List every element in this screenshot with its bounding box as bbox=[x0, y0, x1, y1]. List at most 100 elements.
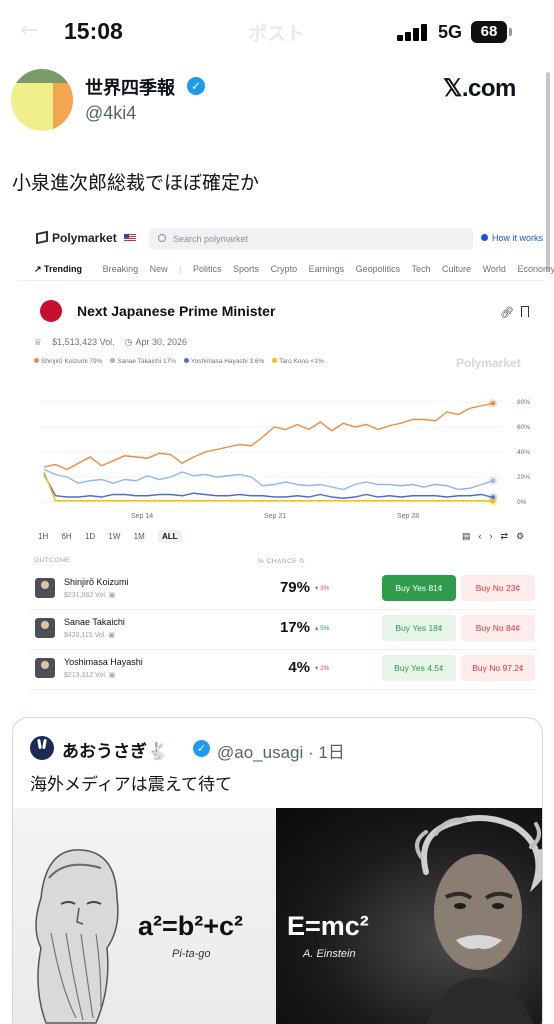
search-placeholder: Search polymarket bbox=[173, 234, 249, 244]
chance-header: % CHANCE ↻ bbox=[258, 558, 306, 565]
range-1h[interactable]: 1H bbox=[38, 532, 48, 541]
outcome-row[interactable]: Sanae Takaichi $420,115 Vol. ▣ 17% ▴ 5% … bbox=[28, 610, 538, 650]
range-6h[interactable]: 6H bbox=[61, 532, 71, 541]
quote-author-name[interactable]: あおうさぎ🐇 bbox=[62, 737, 168, 762]
embed-icon[interactable]: ‹› bbox=[479, 531, 501, 541]
einstein-formula: E=mc² bbox=[287, 911, 369, 941]
quote-image-left[interactable]: a²=b²+c² Pi-ta-go bbox=[13, 808, 276, 1024]
pythagoras-caption: Pi-ta-go bbox=[172, 948, 211, 960]
divider bbox=[18, 280, 545, 281]
time-range-selector: 1H 6H 1D 1W 1M ALL bbox=[38, 530, 193, 543]
y-tick-label: 80% bbox=[517, 399, 530, 406]
chance-change: ▴ 5% bbox=[315, 625, 330, 632]
legend-item: Sanae Takaichi 17% bbox=[110, 358, 176, 365]
nav-crypto[interactable]: Crypto bbox=[271, 264, 298, 274]
battery-tip bbox=[509, 28, 512, 36]
range-1d[interactable]: 1D bbox=[85, 532, 95, 541]
range-all[interactable]: ALL bbox=[158, 530, 182, 543]
y-tick-label: 60% bbox=[517, 424, 530, 431]
sliders-icon[interactable]: ⇄ bbox=[501, 531, 517, 541]
refresh-icon: ↻ bbox=[299, 558, 306, 565]
x-logo: 𝕏.com bbox=[443, 75, 516, 102]
buy-yes-button[interactable]: Buy Yes 81¢ bbox=[382, 575, 456, 601]
back-arrow-icon[interactable]: ← bbox=[20, 18, 38, 43]
nav-earnings[interactable]: Earnings bbox=[309, 264, 345, 274]
bookmark-icon[interactable] bbox=[521, 306, 529, 317]
category-nav: ↗ Trending Breaking New | Politics Sport… bbox=[34, 264, 554, 275]
polymarket-screenshot[interactable]: Polymarket Search polymarket How it work… bbox=[18, 220, 554, 690]
clock-icon: ◷ bbox=[124, 337, 133, 347]
series-end-point bbox=[490, 499, 496, 504]
signal-icon bbox=[397, 24, 429, 41]
legend-item: Yoshimasa Hayashi 3.6% bbox=[183, 358, 264, 365]
quote-author-avatar[interactable] bbox=[30, 736, 54, 760]
how-it-works-link[interactable]: How it works bbox=[481, 233, 543, 243]
buy-no-button[interactable]: Buy No 97.2¢ bbox=[461, 655, 535, 681]
y-tick-label: 20% bbox=[517, 474, 530, 481]
outcome-row[interactable]: Shinjirō Koizumi $231,082 Vol. ▣ 79% ▾ 3… bbox=[28, 570, 538, 610]
quote-author-handle[interactable]: @ao_usagi · 1日 bbox=[217, 738, 345, 763]
author-name[interactable]: 世界四季報 bbox=[85, 74, 175, 100]
nav-breaking[interactable]: Breaking bbox=[103, 264, 139, 274]
series-end-point bbox=[490, 401, 496, 406]
nav-separator: | bbox=[179, 264, 182, 274]
nav-world[interactable]: World bbox=[483, 264, 506, 274]
quoted-post[interactable]: あおうさぎ🐇 ✓ @ao_usagi · 1日 海外メディアは震えて待て a²=… bbox=[12, 717, 543, 1024]
market-end-date: Apr 30, 2026 bbox=[135, 337, 188, 347]
nav-politics[interactable]: Politics bbox=[193, 264, 222, 274]
polymarket-logo-icon bbox=[36, 230, 48, 245]
range-1m[interactable]: 1M bbox=[134, 532, 145, 541]
nav-economy[interactable]: Economy bbox=[517, 264, 554, 274]
outcome-header: OUTCOME bbox=[34, 557, 71, 564]
buy-no-button[interactable]: Buy No 23¢ bbox=[461, 575, 535, 601]
buy-no-button[interactable]: Buy No 84¢ bbox=[461, 615, 535, 641]
y-tick-label: 40% bbox=[517, 449, 530, 456]
nav-trending[interactable]: ↗ Trending bbox=[34, 264, 91, 274]
nav-culture[interactable]: Culture bbox=[442, 264, 471, 274]
x-tick-label: Sep 14 bbox=[131, 513, 153, 520]
chance-percent: 79% bbox=[279, 579, 310, 596]
price-history-chart[interactable]: 80% 60% 40% 20% 0% Sep 14 Sep 21 Sep 28 bbox=[28, 380, 545, 520]
x-tick-label: Sep 21 bbox=[264, 513, 286, 520]
status-bar: ← 15:08 ポスト 5G 68 bbox=[0, 0, 554, 64]
quote-image-right[interactable]: E=mc² A. Einstein bbox=[276, 808, 542, 1024]
document-icon[interactable]: ▤ bbox=[462, 531, 479, 541]
gift-icon: ▣ bbox=[108, 632, 115, 639]
series-end-point bbox=[490, 478, 496, 483]
outcome-row[interactable]: Yoshimasa Hayashi $213,312 Vol. ▣ 4% ▾ 2… bbox=[28, 650, 538, 690]
pythagoras-formula: a²=b²+c² bbox=[138, 911, 244, 941]
settings-icon[interactable]: ⚙ bbox=[516, 531, 532, 541]
series-line bbox=[43, 468, 494, 491]
nav-geopolitics[interactable]: Geopolitics bbox=[356, 264, 401, 274]
nav-tech[interactable]: Tech bbox=[412, 264, 431, 274]
chart-tools: ▤‹›⇄⚙ bbox=[462, 531, 532, 542]
x-tick-label: Sep 28 bbox=[397, 513, 419, 520]
link-icon[interactable]: 🔗︎ bbox=[500, 306, 514, 319]
verified-badge-icon: ✓ bbox=[193, 740, 210, 757]
series-line bbox=[43, 402, 494, 471]
buy-yes-button[interactable]: Buy Yes 4.5¢ bbox=[382, 655, 456, 681]
scrollbar[interactable] bbox=[546, 72, 550, 272]
post-text: 小泉進次郎総裁でほぼ確定か bbox=[12, 172, 260, 194]
nav-new[interactable]: New bbox=[150, 264, 168, 274]
buy-yes-button[interactable]: Buy Yes 18¢ bbox=[382, 615, 456, 641]
author-handle[interactable]: @4ki4 bbox=[85, 103, 136, 124]
nav-sports[interactable]: Sports bbox=[233, 264, 259, 274]
author-avatar[interactable] bbox=[11, 69, 73, 131]
battery-icon: 68 bbox=[471, 21, 507, 43]
candidate-photo bbox=[35, 618, 55, 638]
legend-item: Shinjirō Koizumi 79% bbox=[34, 358, 102, 365]
y-tick-label: 0% bbox=[517, 499, 527, 506]
candidate-photo bbox=[35, 578, 55, 598]
network-type: 5G bbox=[438, 22, 463, 42]
candidate-volume: $420,115 Vol. ▣ bbox=[64, 632, 115, 639]
chance-percent: 17% bbox=[279, 619, 310, 636]
quote-text: 海外メディアは震えて待て bbox=[30, 775, 232, 795]
chart-legend: Shinjirō Koizumi 79% Sanae Takaichi 17% … bbox=[34, 358, 330, 365]
candidate-name: Shinjirō Koizumi bbox=[64, 577, 129, 587]
range-1w[interactable]: 1W bbox=[108, 532, 120, 541]
verified-badge-icon: ✓ bbox=[187, 77, 205, 95]
legend-item: Taro Kono <1% bbox=[272, 358, 324, 365]
market-title: Next Japanese Prime Minister bbox=[77, 303, 276, 319]
search-input[interactable]: Search polymarket bbox=[149, 228, 473, 250]
